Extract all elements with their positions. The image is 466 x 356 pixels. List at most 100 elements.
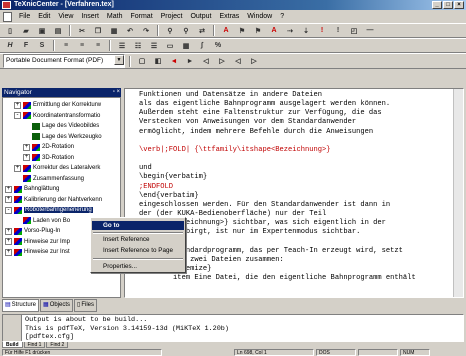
tree-item[interactable]: - Koordinatentransformatio (14, 111, 100, 121)
output-pane[interactable]: Output is about to be build... This is pd… (2, 314, 464, 342)
close-button[interactable]: × (454, 1, 464, 9)
tree-item[interactable]: + Bahnglättung (5, 184, 59, 194)
menu-edit[interactable]: Edit (34, 11, 54, 22)
cut-icon[interactable]: ✂ (75, 24, 89, 37)
dash-icon[interactable]: — (363, 24, 377, 37)
paste-icon[interactable]: ▦ (107, 24, 121, 37)
compile-icon[interactable]: A (267, 24, 281, 37)
tab-objects[interactable]: ▦ Objects (40, 299, 74, 312)
collapse-icon[interactable]: - (5, 206, 12, 214)
view-icon[interactable]: ▢ (135, 55, 149, 68)
expand-icon[interactable]: + (23, 154, 30, 161)
align-right-icon[interactable]: ≡ (91, 39, 105, 52)
arrow-right-icon[interactable]: ⇢ (283, 24, 297, 37)
previous-error-icon[interactable]: ◄ (167, 55, 181, 68)
tab-build[interactable]: Build (2, 342, 23, 348)
collapse-icon[interactable]: - (14, 112, 21, 119)
tree-item[interactable]: Lage des Werkzeugko (23, 132, 102, 142)
expand-icon[interactable]: + (5, 196, 12, 203)
context-insert-reference[interactable]: Insert Reference (103, 236, 150, 243)
expand-icon[interactable]: + (5, 185, 12, 193)
context-insert-reference-page[interactable]: Insert Reference to Page (103, 247, 173, 254)
expand-icon[interactable]: + (5, 248, 12, 256)
expand-icon[interactable]: + (5, 227, 12, 235)
tree-item[interactable]: + Hinweise zur Imp (5, 237, 70, 247)
find-next-icon[interactable]: ⚲ (179, 24, 193, 37)
menu-project[interactable]: Project (157, 11, 187, 22)
tree-item[interactable]: Lage des Videobildes (23, 121, 99, 131)
math-icon[interactable]: ∫ (195, 39, 209, 52)
output-profile-select[interactable]: Portable Document Format (PDF) ▼ (3, 54, 125, 68)
next-warning-icon[interactable]: ▷ (215, 55, 229, 68)
next-bookmark-icon[interactable]: ⚑ (251, 24, 265, 37)
expand-icon[interactable]: + (14, 164, 21, 172)
tree-item[interactable]: + Ermittlung der Korrekturw (14, 100, 101, 110)
previous-warning-icon[interactable]: ◁ (199, 55, 213, 68)
menu-window[interactable]: Window (243, 11, 276, 22)
menu-extras[interactable]: Extras (215, 11, 243, 22)
arrow-down-icon[interactable]: ⇣ (299, 24, 313, 37)
menu-insert[interactable]: Insert (77, 11, 103, 22)
tree-item[interactable]: +2D-Rotation (23, 142, 74, 152)
figure-icon[interactable]: ▭ (163, 39, 177, 52)
document-icon (3, 11, 12, 22)
expand-icon[interactable]: + (23, 143, 30, 151)
menu-view[interactable]: View (54, 11, 77, 22)
view-output-icon[interactable]: ◰ (347, 24, 361, 37)
undo-icon[interactable]: ↶ (123, 24, 137, 37)
minimize-button[interactable]: _ (432, 1, 442, 9)
context-properties[interactable]: Properties... (103, 263, 137, 270)
tree-item[interactable]: + Hinweise zur Inst (5, 247, 70, 257)
tab-files[interactable]: ▯ Files (74, 299, 98, 312)
save-all-icon[interactable]: ▤ (51, 24, 65, 37)
tree-item[interactable]: +3D-Rotation (23, 153, 74, 163)
tree-item-label: Korrektur des Lateralverk (33, 165, 101, 171)
new-file-icon[interactable]: ▯ (3, 24, 17, 37)
align-center-icon[interactable]: ≡ (75, 39, 89, 52)
menu-math[interactable]: Math (103, 11, 127, 22)
align-left-icon[interactable]: ≡ (59, 39, 73, 52)
menu-help[interactable]: ? (276, 11, 288, 22)
size-icon[interactable]: S (35, 39, 49, 52)
font-icon[interactable]: F (19, 39, 33, 52)
symbol-icon[interactable]: % (211, 39, 225, 52)
open-folder-icon[interactable]: ▰ (19, 24, 33, 37)
tree-item[interactable]: Laden von Bo (14, 216, 70, 226)
tree-item[interactable]: Zusammenfassung (14, 174, 84, 184)
save-icon[interactable]: ▣ (35, 24, 49, 37)
chevron-down-icon[interactable]: ▼ (114, 55, 124, 65)
next-badbox-icon[interactable]: ▷ (247, 55, 261, 68)
tree-item[interactable]: - Roboterbahngenerierung (5, 205, 93, 215)
itemize-icon[interactable]: ☰ (115, 39, 129, 52)
build-icon[interactable]: A (219, 24, 233, 37)
expand-icon[interactable]: + (5, 238, 12, 245)
context-go-to[interactable]: Go to (92, 221, 184, 230)
menu-output[interactable]: Output (186, 11, 215, 22)
tree-item[interactable]: + Vorso-Plug-In (5, 226, 60, 236)
table-icon[interactable]: ▦ (179, 39, 193, 52)
redo-icon[interactable]: ↷ (139, 24, 153, 37)
menu-format[interactable]: Format (126, 11, 156, 22)
bookmark-icon[interactable]: ⚑ (235, 24, 249, 37)
editor-scrollbar[interactable] (453, 89, 463, 297)
format-icon[interactable]: H (3, 39, 17, 52)
tab-find-1[interactable]: Find 1 (23, 342, 46, 348)
previous-badbox-icon[interactable]: ◁ (231, 55, 245, 68)
find-icon[interactable]: ⚲ (163, 24, 177, 37)
tab-structure[interactable]: ▤ Structure (2, 299, 40, 312)
menu-file[interactable]: File (15, 11, 34, 22)
next-error-icon[interactable]: ► (183, 55, 197, 68)
description-icon[interactable]: ☰ (147, 39, 161, 52)
copy-icon[interactable]: ❐ (91, 24, 105, 37)
tree-item[interactable]: + Korrektur des Lateralverk (14, 163, 100, 173)
replace-icon[interactable]: ⇄ (195, 24, 209, 37)
tab-find-2[interactable]: Find 2 (46, 342, 69, 348)
warning-next-icon[interactable]: ! (331, 24, 345, 37)
tree-item[interactable]: + Kalibrierung der Nahtverkenn (5, 195, 102, 205)
preview-icon[interactable]: ◧ (151, 55, 165, 68)
error-next-icon[interactable]: ! (315, 24, 329, 37)
enumerate-icon[interactable]: ☷ (131, 39, 145, 52)
navigator-close-icon[interactable]: ▫ × (113, 88, 120, 97)
maximize-button[interactable]: □ (443, 1, 453, 9)
expand-icon[interactable]: + (14, 101, 21, 109)
